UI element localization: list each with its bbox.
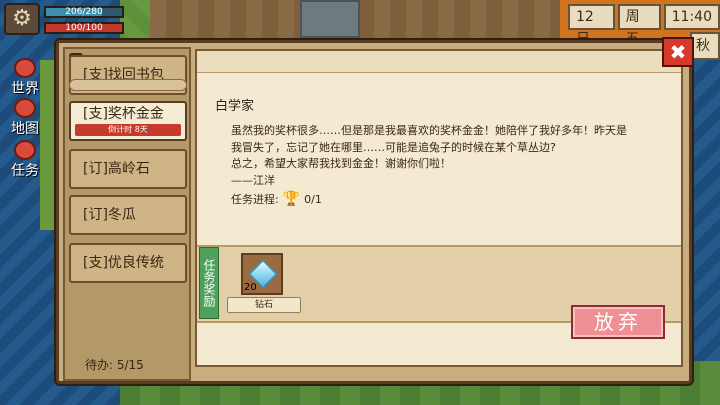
map-pin-icon — [14, 98, 36, 118]
progress-value: 0/1 — [304, 192, 322, 206]
task-pin-icon — [14, 140, 36, 160]
progress-label: 任务进程: — [231, 193, 279, 206]
world-icon — [14, 58, 36, 78]
quest-item[interactable]: [订]高岭石 — [69, 149, 187, 189]
quest-label: [订]冬瓜 — [83, 207, 136, 223]
quest-description: 虽然我的奖杯很多……但是那是我最喜欢的奖杯金金！她陪伴了我好多年！昨天是 我冒失… — [231, 123, 661, 189]
countdown-badge: 倒计时 8天 — [75, 124, 181, 136]
quest-list: [支]找回书包 [支]奖杯金金 倒计时 8天 [订]高岭石 [订]冬瓜 [支]优… — [63, 47, 191, 381]
reward-label: 任务奖励 — [199, 247, 219, 319]
gear-icon[interactable]: ⚙ — [4, 3, 40, 35]
quest-item-bar — [69, 79, 187, 91]
reward-item-slot[interactable]: 20 — [241, 253, 283, 295]
description-line: ——江洋 — [231, 173, 275, 187]
quest-giver: 白学家 — [215, 99, 255, 114]
time-label: 11:40 — [663, 4, 720, 30]
dock — [300, 0, 360, 38]
quest-item[interactable]: [支]优良传统 — [69, 243, 187, 283]
quest-label: [支]优良传统 — [83, 255, 164, 271]
season-label: 秋 — [690, 32, 720, 60]
pending-count: 待办: 5/15 — [85, 358, 144, 372]
quest-detail: 白学家 虽然我的奖杯很多……但是那是我最喜欢的奖杯金金！她陪伴了我好多年！昨天是… — [195, 49, 683, 367]
clock-panel: 12日 周五 11:40 — [568, 4, 720, 47]
quest-progress: 任务进程: 🏆 0/1 — [231, 191, 322, 207]
description-line: 虽然我的奖杯很多……但是那是我最喜欢的奖杯金金！她陪伴了我好多年！昨天是 — [231, 124, 627, 137]
world-button[interactable]: 世界 — [0, 58, 50, 98]
quest-dialog: [支]找回书包 [支]奖杯金金 倒计时 8天 [订]高岭石 [订]冬瓜 [支]优… — [56, 40, 692, 384]
trophy-icon: 🏆 — [282, 191, 301, 207]
energy-bar: 100/100 — [44, 22, 124, 34]
item-count: 20 — [244, 282, 257, 293]
close-icon[interactable]: ✖ — [662, 37, 694, 67]
weekday-label: 周五 — [617, 4, 661, 47]
quest-item[interactable]: [订]冬瓜 — [69, 195, 187, 235]
task-button[interactable]: 任务 — [0, 140, 50, 180]
item-name: 钻石 — [227, 297, 301, 313]
map-label: 地图 — [11, 121, 39, 137]
quest-item-selected[interactable]: [支]奖杯金金 倒计时 8天 — [69, 101, 187, 141]
quest-label: [支]奖杯金金 — [83, 106, 164, 122]
quest-label: [订]高岭石 — [83, 161, 150, 177]
detail-header — [197, 51, 681, 73]
health-bar: 206/280 — [44, 6, 124, 18]
world-label: 世界 — [11, 81, 39, 97]
task-label: 任务 — [11, 163, 39, 179]
description-line: 我冒失了，忘记了她在哪里……可能是追兔子的时候在某个草丛边? — [231, 140, 556, 154]
map-button[interactable]: 地图 — [0, 98, 50, 138]
dirt-path — [150, 0, 580, 40]
day-label: 12日 — [568, 4, 615, 47]
description-line: 总之，希望大家帮我找到金金！谢谢你们啦！ — [231, 157, 451, 170]
abandon-button[interactable]: 放弃 — [571, 305, 665, 339]
